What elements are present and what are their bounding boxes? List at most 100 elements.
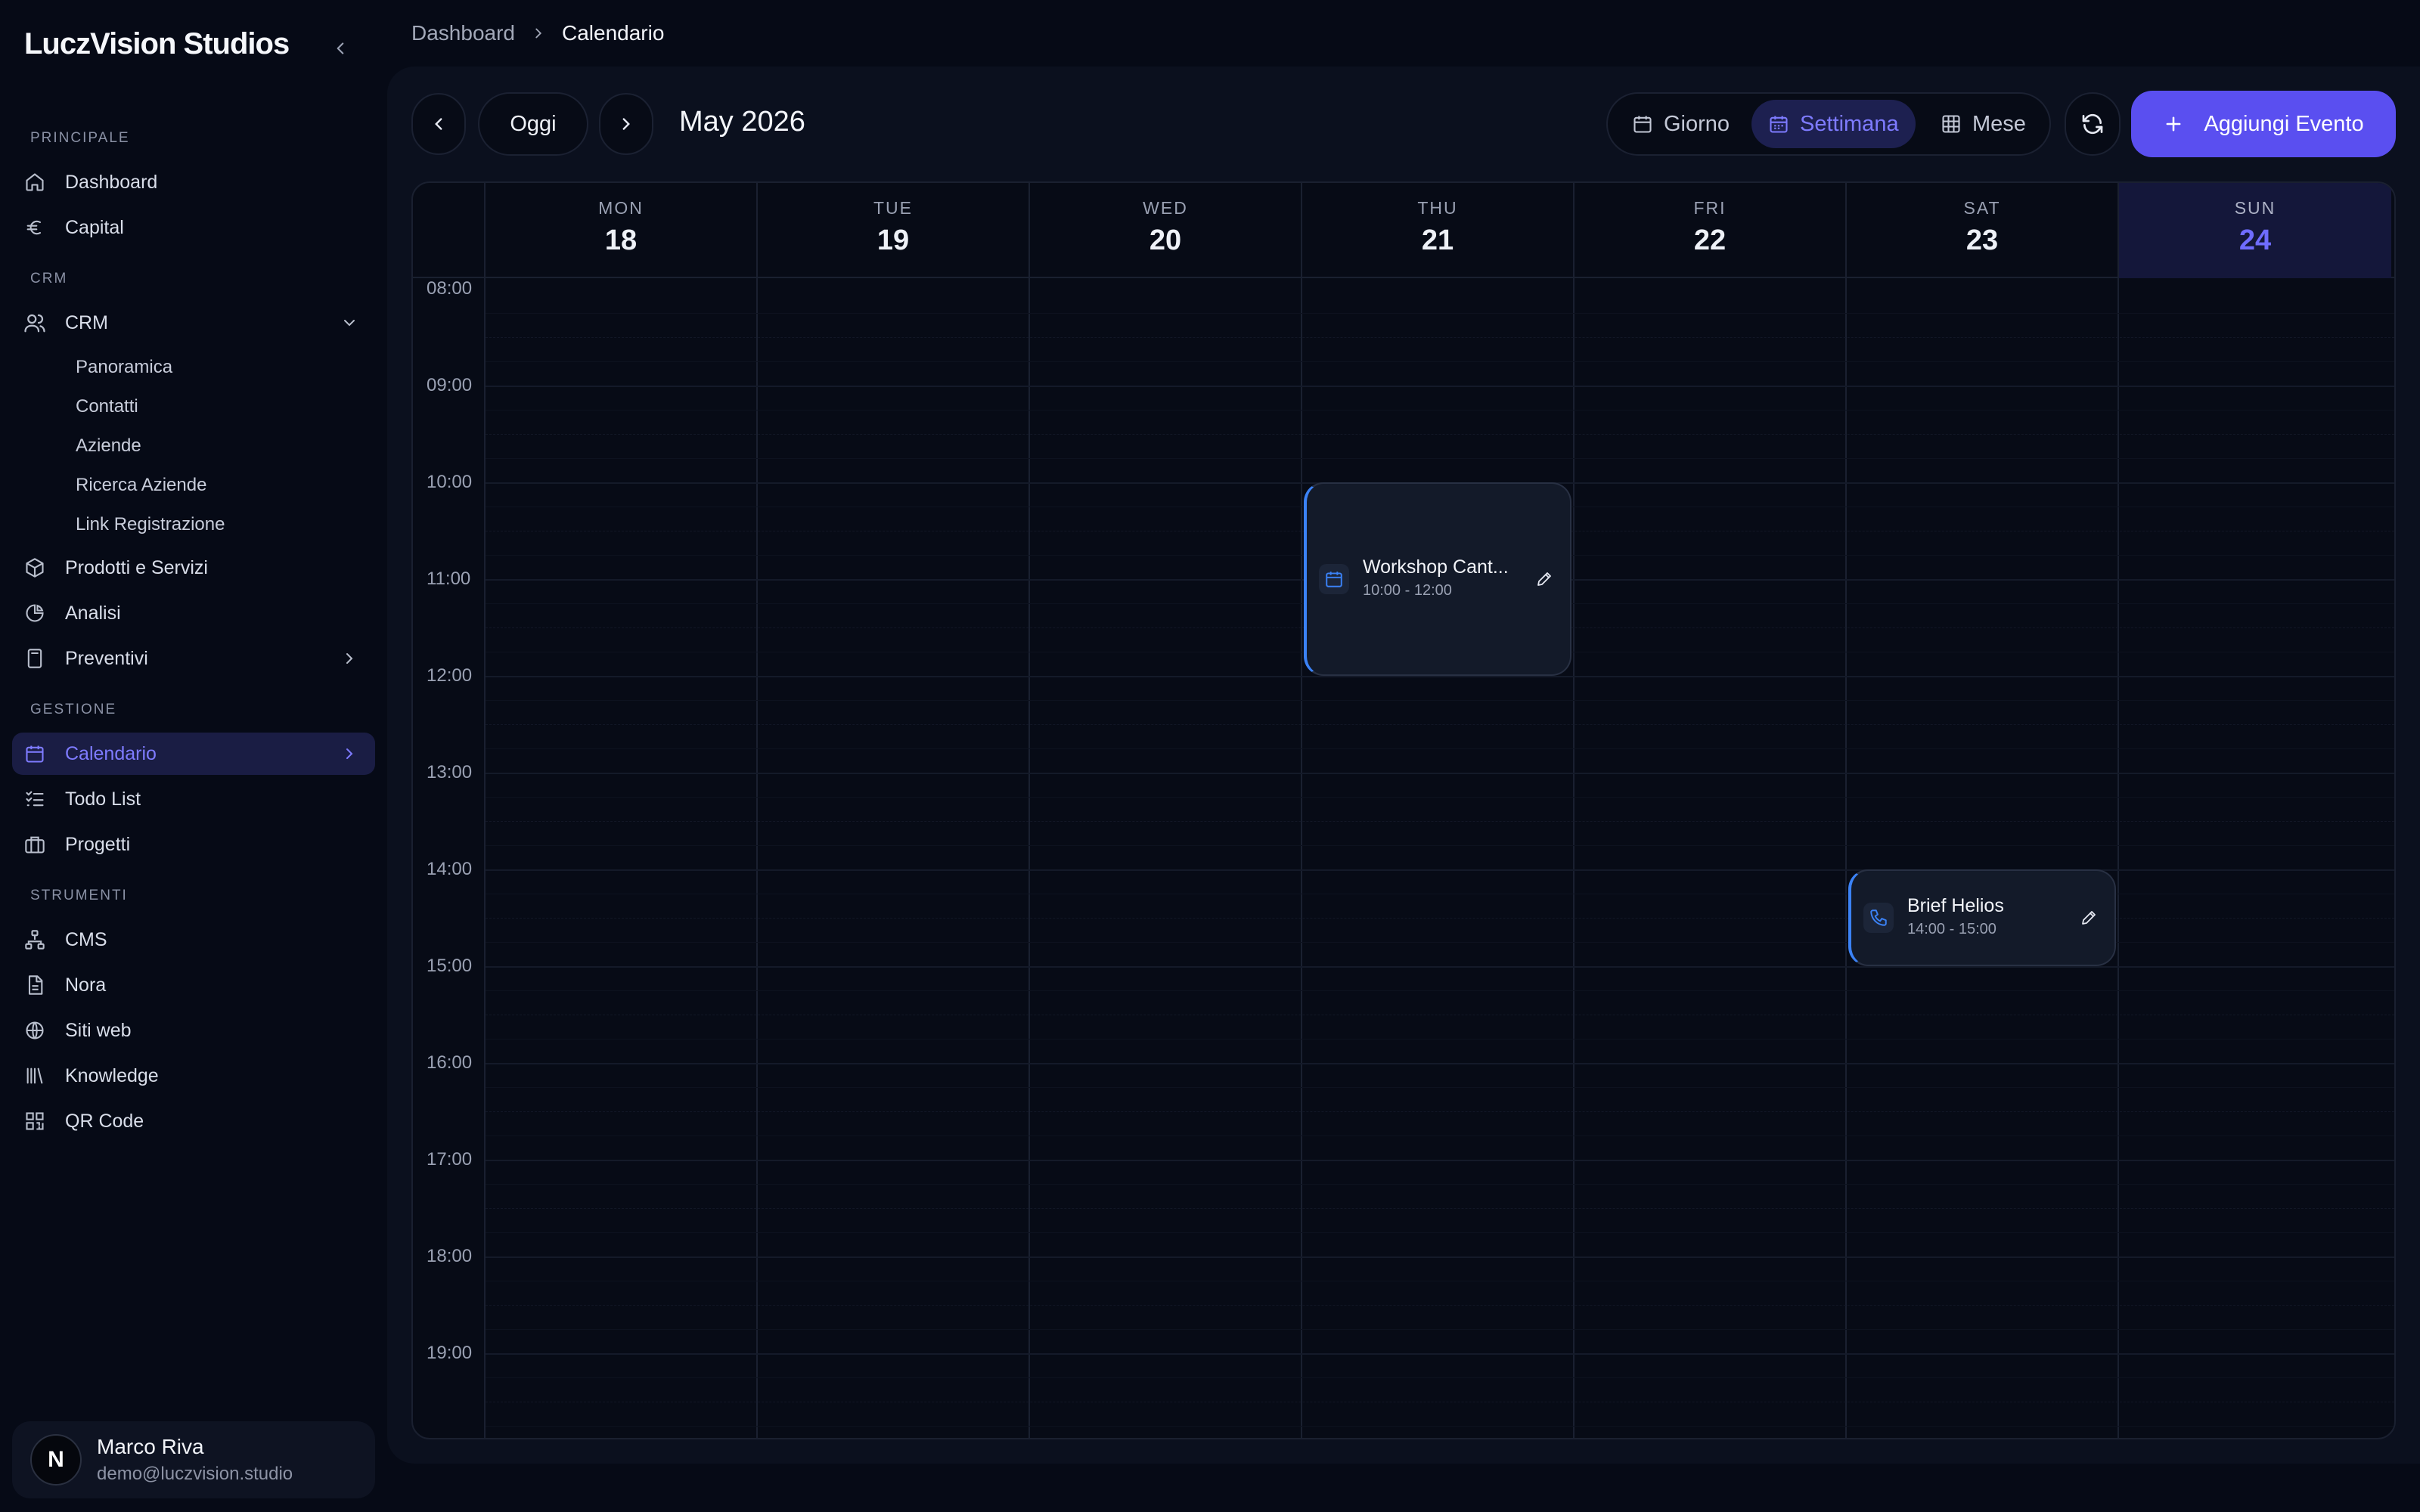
briefcase-icon [23, 832, 47, 857]
today-button[interactable]: Oggi [478, 92, 588, 156]
calendar-event[interactable]: Brief Helios 14:00 - 15:00 [1848, 869, 2116, 966]
sidebar-item-dashboard[interactable]: Dashboard [12, 161, 375, 203]
event-title: Workshop Cant... [1363, 556, 1509, 578]
phone-icon [1863, 903, 1894, 933]
collapse-sidebar-button[interactable] [325, 33, 355, 64]
event-time: 10:00 - 12:00 [1363, 582, 1452, 599]
sidebar-item-prodotti[interactable]: Prodotti e Servizi [12, 547, 375, 589]
sidebar-item-todo-list[interactable]: Todo List [12, 778, 375, 820]
view-month-button[interactable]: Mese [1924, 100, 2043, 148]
user-name: Marco Riva [97, 1435, 204, 1458]
day-number: 22 [1693, 225, 1727, 256]
slot-gridline [486, 1039, 2394, 1040]
slot-gridline [486, 434, 2394, 435]
column-divider [1845, 278, 1847, 1438]
sidebar-subitem-aziende[interactable]: Aziende [76, 435, 141, 457]
sidebar-subitem-panoramica[interactable]: Panoramica [76, 357, 172, 378]
calendar-event[interactable]: Workshop Cant... 10:00 - 12:00 [1304, 482, 1571, 676]
day-header-thu[interactable]: THU 21 [1302, 183, 1575, 278]
day-header-sat[interactable]: SAT 23 [1847, 183, 2119, 278]
sidebar: LuczVision Studios PRINCIPALE Dashboard … [0, 0, 386, 1512]
sidebar-item-siti-web[interactable]: Siti web [12, 1009, 375, 1052]
sidebar-item-nora[interactable]: Nora [12, 964, 375, 1006]
day-header-mon[interactable]: MON 18 [486, 183, 758, 278]
sidebar-subitem-link-registrazione[interactable]: Link Registrazione [76, 514, 225, 535]
sidebar-item-label: Preventivi [65, 647, 148, 669]
user-profile-card[interactable]: N Marco Riva demo@luczvision.studio [12, 1421, 375, 1498]
time-label: 19:00 [427, 1343, 473, 1363]
sidebar-item-label: Siti web [65, 1019, 132, 1041]
chevron-down-icon [339, 312, 360, 333]
day-header-sun[interactable]: SUN 24 [2119, 183, 2391, 278]
day-header-fri[interactable]: FRI 22 [1575, 183, 1847, 278]
previous-week-button[interactable] [411, 93, 466, 155]
day-header-tue[interactable]: TUE 19 [758, 183, 1030, 278]
time-label: 14:00 [427, 859, 473, 879]
slot-gridline [486, 724, 2394, 725]
sidebar-item-label: CMS [65, 928, 107, 950]
day-name: TUE [873, 198, 913, 218]
hour-gridline [486, 1160, 2394, 1161]
sidebar-item-capital[interactable]: Capital [12, 206, 375, 249]
next-week-button[interactable] [599, 93, 653, 155]
add-event-button[interactable]: Aggiungi Evento [2131, 91, 2396, 157]
sidebar-subitem-contatti[interactable]: Contatti [76, 396, 138, 417]
chevron-right-icon [530, 25, 547, 42]
refresh-button[interactable] [2065, 92, 2121, 156]
time-label: 12:00 [427, 665, 473, 686]
time-label: 18:00 [427, 1246, 473, 1266]
section-principale: PRINCIPALE [30, 130, 130, 146]
sidebar-item-qr-code[interactable]: QR Code [12, 1100, 375, 1142]
sidebar-item-label: CRM [65, 311, 108, 333]
box-icon [23, 556, 47, 580]
plus-icon [2163, 113, 2184, 135]
time-gutter-header [413, 183, 486, 278]
event-title: Brief Helios [1907, 895, 2004, 916]
slot-gridline [486, 1087, 2394, 1088]
sidebar-item-crm[interactable]: CRM [12, 302, 375, 344]
home-icon [23, 170, 47, 194]
time-label: 11:00 [427, 569, 471, 589]
day-name: SAT [1963, 198, 2001, 218]
breadcrumb-dashboard[interactable]: Dashboard [411, 21, 515, 45]
sidebar-item-analisi[interactable]: Analisi [12, 592, 375, 634]
slot-gridline [486, 313, 2394, 314]
view-switcher: Giorno Settimana Mese [1606, 92, 2051, 156]
day-number: 23 [1965, 225, 1999, 256]
day-name: THU [1417, 198, 1458, 218]
pencil-icon[interactable] [2077, 906, 2101, 930]
hour-gridline [486, 386, 2394, 387]
calendar-icon [23, 742, 47, 766]
slot-gridline [486, 700, 2394, 701]
day-number: 18 [604, 225, 638, 256]
calendar-body[interactable]: 08:00 09:00 10:00 11:00 12:00 13:00 14:00 15:00… [413, 278, 2394, 1438]
slot-gridline [486, 797, 2394, 798]
section-gestione: GESTIONE [30, 702, 117, 717]
hour-gridline [486, 773, 2394, 774]
day-number: 19 [876, 225, 910, 256]
time-label: 17:00 [427, 1149, 473, 1170]
pencil-icon[interactable] [1532, 567, 1556, 591]
document-icon [23, 973, 47, 997]
hour-gridline [486, 966, 2394, 968]
sidebar-item-knowledge[interactable]: Knowledge [12, 1055, 375, 1097]
sidebar-subitem-ricerca-aziende[interactable]: Ricerca Aziende [76, 475, 206, 496]
slot-gridline [486, 410, 2394, 411]
sidebar-item-progetti[interactable]: Progetti [12, 823, 375, 866]
day-header-wed[interactable]: WED 20 [1030, 183, 1302, 278]
view-week-button[interactable]: Settimana [1751, 100, 1916, 148]
day-number: 24 [2238, 225, 2272, 256]
sidebar-item-calendario[interactable]: Calendario [12, 733, 375, 775]
slot-gridline [486, 1329, 2394, 1330]
slot-gridline [486, 845, 2394, 846]
view-day-label: Giorno [1664, 111, 1730, 136]
slot-gridline [486, 1305, 2394, 1306]
day-name: WED [1143, 198, 1188, 218]
calendar-header: MON 18 TUE 19 WED 20 THU 21 FRI 22 SAT 23 SUN 24 [413, 183, 2394, 278]
add-event-label: Aggiungi Evento [2204, 111, 2364, 136]
sidebar-item-cms[interactable]: CMS [12, 919, 375, 961]
slot-gridline [486, 821, 2394, 822]
view-day-button[interactable]: Giorno [1615, 100, 1746, 148]
sidebar-item-preventivi[interactable]: Preventivi [12, 637, 375, 680]
chevron-left-icon [435, 118, 442, 130]
